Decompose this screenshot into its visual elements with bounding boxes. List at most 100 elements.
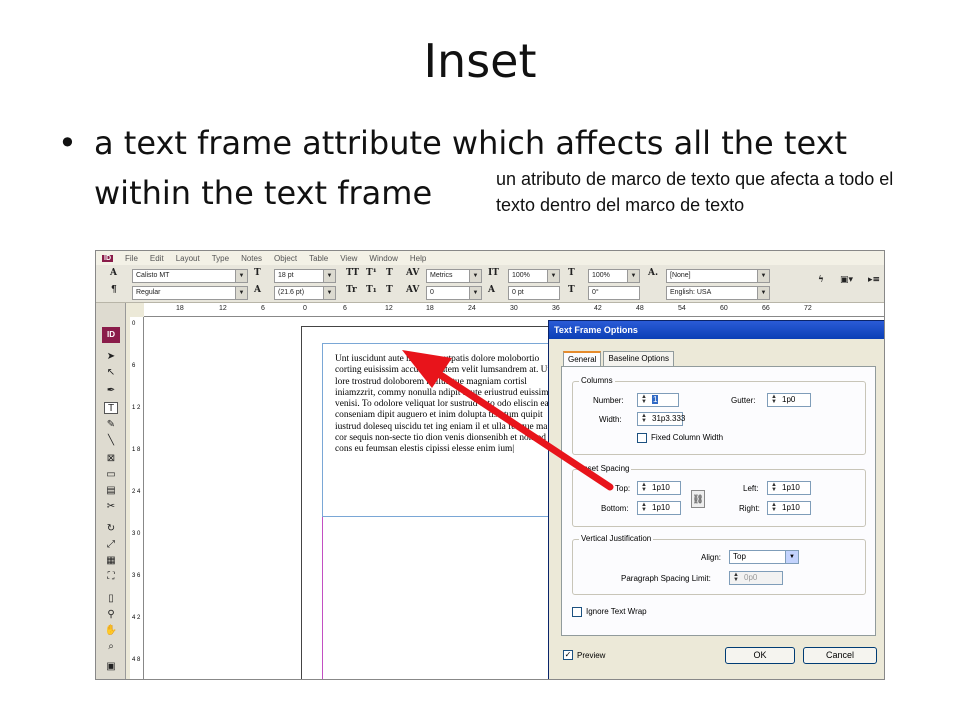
character-style-icon: A.	[648, 268, 659, 278]
inset-top-field[interactable]: ▲ ▼ 1p10	[637, 481, 681, 495]
chevron-down-icon[interactable]: ▼	[785, 551, 798, 563]
paragraph-mode-icon[interactable]: ¶	[111, 285, 117, 295]
columns-group-label: Columns	[579, 376, 615, 385]
width-field[interactable]: ▲ ▼ 31p3.333	[637, 412, 685, 426]
paragraph-spacing-limit-field[interactable]: ▲ ▼ 0p0	[729, 571, 783, 585]
frame-body-text[interactable]: Unt iuscidunt aute modolut autpatis dolo…	[335, 354, 565, 456]
fill-stroke-icon[interactable]: ▣	[104, 661, 118, 673]
link-chain-icon[interactable]: ⛓	[691, 490, 705, 508]
inset-bottom-field[interactable]: ▲ ▼ 1p10	[637, 501, 681, 515]
font-family-field[interactable]: Calisto MT ▼	[132, 269, 248, 283]
language-field[interactable]: English: USA ▼	[666, 286, 770, 300]
paragraph-spacing-limit-label: Paragraph Spacing Limit:	[621, 574, 711, 583]
menu-notes[interactable]: Notes	[241, 254, 262, 263]
rectangle-tool-icon[interactable]: ▭	[104, 469, 118, 481]
ruler-tick: 36	[552, 305, 560, 312]
subscript-icon[interactable]: T₁	[366, 285, 377, 295]
spinner-icon[interactable]: ▲ ▼	[639, 413, 649, 424]
inset-left-field[interactable]: ▲ ▼ 1p10	[767, 481, 811, 495]
skew-field[interactable]: 0°	[588, 286, 640, 300]
menu-object[interactable]: Object	[274, 254, 297, 263]
align-label: Align:	[701, 553, 722, 562]
ok-button[interactable]: OK	[725, 647, 795, 664]
menu-type[interactable]: Type	[212, 254, 229, 263]
kerning-field[interactable]: Metrics ▼	[426, 269, 482, 283]
fixed-column-width-checkbox[interactable]	[637, 433, 647, 443]
scale-tool-icon[interactable]: ⤢	[104, 539, 118, 551]
scissors-tool-icon[interactable]: ✂	[104, 501, 118, 513]
spinner-icon[interactable]: ▲ ▼	[639, 394, 649, 405]
vertical-justification-group: Vertical Justification Align: Top ▼ Parag…	[572, 534, 866, 595]
type-tool-icon[interactable]: T	[104, 402, 118, 414]
tab-general[interactable]: General	[563, 351, 602, 367]
underline-icon[interactable]: T	[386, 268, 393, 278]
ruler-tick: 3 6	[132, 573, 141, 579]
spinner-icon[interactable]: ▲ ▼	[769, 502, 779, 513]
number-label: Number:	[593, 396, 624, 405]
menu-file[interactable]: File	[125, 254, 138, 263]
spinner-icon[interactable]: ▲ ▼	[639, 502, 649, 513]
lightning-icon[interactable]: ϟ	[818, 275, 824, 285]
ruler-tick: 66	[762, 305, 770, 312]
free-transform-tool-icon[interactable]: ⛶	[104, 571, 118, 583]
menu-help[interactable]: Help	[410, 254, 426, 263]
spinner-icon[interactable]: ▲ ▼	[769, 394, 779, 405]
character-mode-icon[interactable]: A	[110, 268, 117, 278]
workspace-icon[interactable]: ▣▾	[840, 275, 853, 285]
preview-checkbox[interactable]: ✓	[563, 650, 573, 660]
superscript-icon[interactable]: T¹	[366, 268, 377, 278]
small-caps-icon[interactable]: Tr	[346, 285, 357, 295]
ruler-tick: 0	[132, 321, 136, 327]
general-tab-panel: Columns Number: ▲ ▼ 1 Gutter: ▲ ▼ 1p0 Width:…	[561, 366, 876, 636]
inset-right-field[interactable]: ▲ ▼ 1p10	[767, 501, 811, 515]
ruler-tick: 1 8	[132, 447, 141, 453]
hand-tool-icon[interactable]: ✋	[104, 625, 118, 637]
ruler-tick: 12	[219, 305, 227, 312]
panel-menu-icon[interactable]: ▸≡	[868, 275, 880, 285]
inset-top-label: Top:	[615, 484, 631, 493]
ignore-text-wrap-checkbox[interactable]	[572, 607, 582, 617]
gradient-tool-icon[interactable]: ▦	[104, 555, 118, 567]
gutter-field[interactable]: ▲ ▼ 1p0	[767, 393, 811, 407]
tracking-field[interactable]: 0 ▼	[426, 286, 482, 300]
spinner-icon[interactable]: ▲ ▼	[769, 482, 779, 493]
ignore-text-wrap-label: Ignore Text Wrap	[586, 607, 647, 616]
menu-table[interactable]: Table	[309, 254, 328, 263]
menu-view[interactable]: View	[340, 254, 357, 263]
line-tool-icon[interactable]: ╲	[104, 435, 118, 447]
note-tool-icon[interactable]: ▯	[104, 593, 118, 605]
direct-selection-tool-icon[interactable]: ↖	[104, 367, 118, 379]
ruler-tick: 4 8	[132, 657, 141, 663]
pen-tool-icon[interactable]: ✒	[104, 385, 118, 397]
character-style-field[interactable]: [None] ▼	[666, 269, 770, 283]
rotate-tool-icon[interactable]: ↻	[104, 523, 118, 535]
strikethrough-icon[interactable]: T	[386, 285, 393, 295]
menu-layout[interactable]: Layout	[176, 254, 200, 263]
number-field[interactable]: ▲ ▼ 1	[637, 393, 679, 407]
baseline-shift-field[interactable]: 0 pt	[508, 286, 560, 300]
button-tool-icon[interactable]: ▤	[104, 485, 118, 497]
ruler-tick: 12	[385, 305, 393, 312]
dialog-title: Text Frame Options	[549, 321, 884, 339]
leading-field[interactable]: (21.6 pt) ▼	[274, 286, 336, 300]
spinner-icon[interactable]: ▲ ▼	[639, 482, 649, 493]
align-select[interactable]: Top ▼	[729, 550, 799, 564]
zoom-tool-icon[interactable]: ⌕	[104, 641, 118, 653]
font-size-field[interactable]: 18 pt ▼	[274, 269, 336, 283]
gutter-label: Gutter:	[731, 396, 756, 405]
menu-window[interactable]: Window	[369, 254, 397, 263]
ruler-tick: 48	[636, 305, 644, 312]
vertical-scale-field[interactable]: 100% ▼	[508, 269, 560, 283]
font-style-field[interactable]: Regular ▼	[132, 286, 248, 300]
pencil-tool-icon[interactable]: ✎	[104, 419, 118, 431]
cancel-button[interactable]: Cancel	[803, 647, 877, 664]
all-caps-icon[interactable]: TT	[346, 268, 359, 278]
horizontal-scale-field[interactable]: 100% ▼	[588, 269, 640, 283]
menu-edit[interactable]: Edit	[150, 254, 164, 263]
toolbox: ID ➤ ↖ ✒ T ✎ ╲ ⊠ ▭ ▤ ✂ ↻ ⤢ ▦ ⛶ ▯ ⚲ ✋ ⌕ ▣	[96, 303, 126, 679]
width-label: Width:	[599, 415, 622, 424]
rectangle-frame-tool-icon[interactable]: ⊠	[104, 453, 118, 465]
selection-tool-icon[interactable]: ➤	[104, 351, 118, 363]
tab-baseline-options[interactable]: Baseline Options	[603, 351, 674, 367]
eyedropper-tool-icon[interactable]: ⚲	[104, 609, 118, 621]
